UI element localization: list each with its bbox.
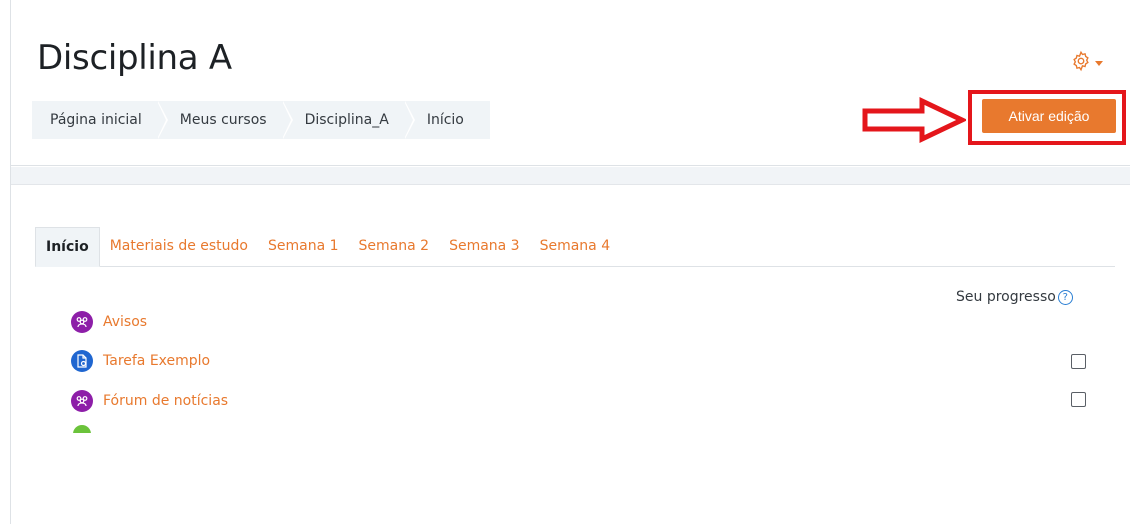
activity-label[interactable]: Avisos	[103, 314, 147, 330]
tab-semana-2[interactable]: Semana 2	[349, 227, 440, 267]
tab-inicio[interactable]: Início	[35, 227, 100, 267]
gear-icon	[1070, 50, 1092, 76]
help-icon[interactable]: ?	[1057, 289, 1073, 305]
arrow-right-icon	[862, 97, 966, 143]
completion-checkbox[interactable]	[1071, 392, 1086, 407]
forum-icon	[71, 390, 93, 412]
activity-forum-noticias[interactable]: Fórum de notícias	[71, 390, 228, 412]
completion-checkbox[interactable]	[1071, 354, 1086, 369]
content-band	[11, 167, 1130, 185]
page-title: Disciplina A	[37, 38, 232, 78]
tab-semana-1[interactable]: Semana 1	[258, 227, 349, 267]
breadcrumb-current[interactable]: Início	[404, 101, 490, 139]
course-tabs: Início Materiais de estudo Semana 1 Sema…	[35, 227, 1115, 267]
breadcrumb-home[interactable]: Página inicial	[32, 101, 168, 139]
breadcrumb: Página inicial Meus cursos Disciplina_A …	[32, 101, 490, 139]
forum-icon	[71, 311, 93, 333]
activity-label[interactable]: Tarefa Exemplo	[103, 353, 210, 369]
breadcrumb-course[interactable]: Disciplina_A	[282, 101, 416, 139]
assignment-icon	[71, 350, 93, 372]
activity-tarefa[interactable]: Tarefa Exemplo	[71, 350, 210, 372]
enable-editing-button[interactable]: Ativar edição	[982, 99, 1116, 133]
tab-semana-3[interactable]: Semana 3	[439, 227, 530, 267]
progress-label: Seu progresso ?	[956, 289, 1073, 305]
tab-semana-4[interactable]: Semana 4	[530, 227, 621, 267]
settings-menu[interactable]	[1070, 50, 1116, 76]
activity-label[interactable]: Fórum de notícias	[103, 393, 228, 409]
tab-materiais[interactable]: Materiais de estudo	[100, 227, 258, 267]
activity-icon-partial	[73, 425, 91, 433]
activity-avisos[interactable]: Avisos	[71, 311, 147, 333]
chevron-down-icon	[1095, 60, 1103, 66]
progress-text: Seu progresso	[956, 289, 1056, 305]
breadcrumb-my-courses[interactable]: Meus cursos	[157, 101, 293, 139]
